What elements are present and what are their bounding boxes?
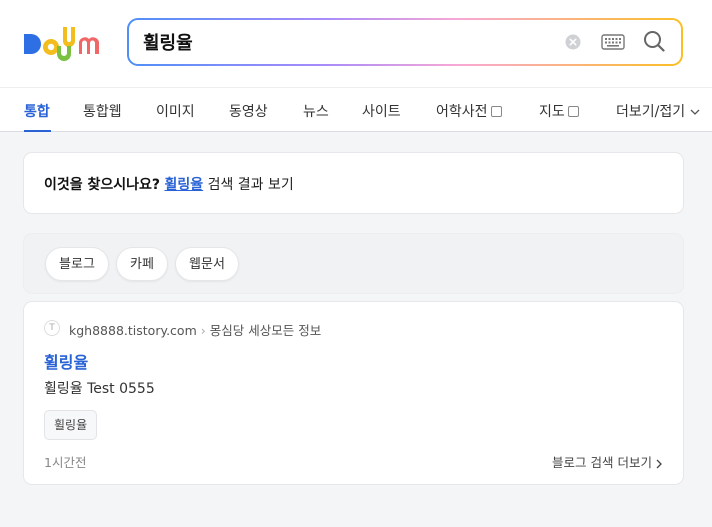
keyboard-icon[interactable] xyxy=(601,33,625,51)
filter-chip-blog[interactable]: 블로그 xyxy=(45,247,109,281)
external-link-icon xyxy=(490,105,502,117)
tab-integrated[interactable]: 통합 xyxy=(24,101,50,121)
did-you-mean-text: 이것을 찾으시나요? 휠링율 검색 결과 보기 xyxy=(44,174,294,194)
tab-sites[interactable]: 사이트 xyxy=(362,101,401,121)
filter-chip-cafe[interactable]: 카페 xyxy=(116,247,168,281)
search-result-card: T kgh8888.tistory.com › 몽심당 세상모든 정보 휠링율 휠링… xyxy=(23,301,684,485)
search-icon[interactable] xyxy=(643,30,665,52)
daum-logo[interactable] xyxy=(22,24,108,62)
result-tag[interactable]: 휠링율 xyxy=(44,410,98,440)
search-box xyxy=(127,18,683,66)
source-filter-bar: 블로그 카페 웹문서 xyxy=(23,233,684,294)
tab-map[interactable]: 지도 xyxy=(539,101,579,121)
tab-more-label: 더보기/접기 xyxy=(616,104,686,120)
header xyxy=(0,0,712,87)
tab-more-toggle[interactable]: 더보기/접기 xyxy=(616,101,700,121)
more-blog-results-label: 블로그 검색 더보기 xyxy=(552,455,652,470)
tab-videos[interactable]: 동영상 xyxy=(229,101,268,121)
chevron-right-icon xyxy=(656,459,662,468)
did-you-mean-suffix: 검색 결과 보기 xyxy=(207,177,294,193)
clear-icon[interactable] xyxy=(565,34,581,50)
tab-news[interactable]: 뉴스 xyxy=(303,101,329,121)
tab-integrated-web[interactable]: 통합웹 xyxy=(83,101,122,121)
active-tab-indicator xyxy=(24,130,51,132)
result-title-link[interactable]: 휠링율 xyxy=(44,349,88,373)
tab-dictionary-label: 어학사전 xyxy=(436,104,488,120)
did-you-mean-card: 이것을 찾으시나요? 휠링율 검색 결과 보기 xyxy=(23,152,684,214)
result-timestamp: 1시간전 xyxy=(44,455,87,470)
result-domain[interactable]: kgh8888.tistory.com xyxy=(69,323,197,338)
site-favicon-icon: T xyxy=(44,320,60,336)
did-you-mean-prefix: 이것을 찾으시나요? xyxy=(44,177,161,193)
external-link-icon xyxy=(567,105,579,117)
chevron-right-icon: › xyxy=(200,323,206,338)
suggested-query-link[interactable]: 휠링율 xyxy=(165,177,204,193)
result-blog-name[interactable]: 몽심당 세상모든 정보 xyxy=(210,323,321,338)
search-input[interactable] xyxy=(143,28,543,56)
tab-dictionary[interactable]: 어학사전 xyxy=(436,101,502,121)
tab-images[interactable]: 이미지 xyxy=(156,101,195,121)
tab-map-label: 지도 xyxy=(539,104,565,120)
filter-chip-webdocs[interactable]: 웹문서 xyxy=(175,247,239,281)
search-tabs: 통합 통합웹 이미지 동영상 뉴스 사이트 어학사전 지도 더보기/접기 xyxy=(0,87,712,132)
result-description: 휠링율 Test 0555 xyxy=(44,381,155,397)
more-blog-results-link[interactable]: 블로그 검색 더보기 xyxy=(552,452,663,471)
chevron-down-icon xyxy=(690,109,700,115)
search-box-inner xyxy=(129,20,681,64)
result-source: kgh8888.tistory.com › 몽심당 세상모든 정보 xyxy=(69,320,321,339)
